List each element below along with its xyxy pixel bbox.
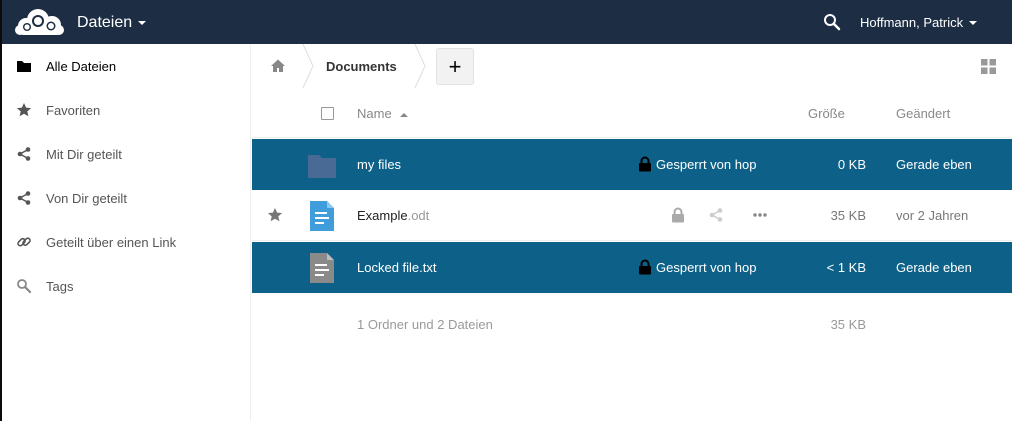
chevron-down-icon — [969, 20, 978, 25]
sidebar-item-shared-with-you[interactable]: Mit Dir geteilt — [2, 132, 251, 176]
sidebar-item-label: Tags — [46, 278, 74, 294]
sidebar-item-tags[interactable]: Tags — [2, 264, 251, 308]
breadcrumb-separator — [414, 44, 426, 88]
lock-label: Gesperrt von hop — [656, 259, 757, 275]
app-title: Dateien — [77, 14, 133, 31]
table-row[interactable]: Locked file.txt Gesperrt von hop < 1 KB … — [252, 242, 1012, 293]
breadcrumb: Documents + — [252, 44, 1012, 88]
folder-icon — [17, 61, 31, 72]
file-modified: Gerade eben — [896, 260, 972, 275]
sidebar-item-label: Mit Dir geteilt — [46, 146, 122, 162]
text-file-icon — [310, 253, 334, 283]
share-icon — [17, 191, 31, 205]
sort-ascending-icon — [399, 112, 408, 117]
app-menu-toggle[interactable]: Dateien — [77, 14, 147, 32]
file-name[interactable]: Example.odt — [357, 208, 429, 223]
lock-icon[interactable] — [670, 207, 686, 223]
file-basename: Example — [357, 208, 408, 223]
sidebar-item-label: Favoriten — [46, 102, 101, 118]
sidebar-item-label: Alle Dateien — [46, 58, 117, 74]
user-name: Hoffmann, Patrick — [860, 15, 964, 30]
sidebar-item-shared-by-link[interactable]: Geteilt über einen Link — [2, 220, 251, 264]
file-modified: Gerade eben — [896, 157, 972, 172]
sidebar-item-label: Von Dir geteilt — [46, 190, 127, 206]
lock-icon — [639, 156, 651, 172]
tag-icon — [17, 279, 32, 294]
summary-text: 1 Ordner und 2 Dateien — [357, 317, 493, 332]
summary-size: 35 KB — [830, 317, 866, 332]
new-file-button[interactable]: + — [436, 48, 474, 85]
select-all-checkbox[interactable] — [321, 107, 334, 120]
chevron-down-icon — [138, 21, 147, 25]
column-header-modified[interactable]: Geändert — [896, 106, 950, 121]
lock-label: Gesperrt von hop — [656, 156, 757, 172]
sidebar-item-favorites[interactable]: Favoriten — [2, 88, 251, 132]
search-icon[interactable] — [822, 12, 842, 32]
file-name[interactable]: my files — [357, 157, 401, 172]
breadcrumb-item-documents[interactable]: Documents — [326, 59, 397, 74]
share-icon[interactable] — [708, 207, 724, 223]
link-icon — [17, 237, 31, 247]
top-header: Dateien Hoffmann, Patrick — [0, 0, 1012, 44]
column-header-name[interactable]: Name — [357, 106, 408, 121]
grid-view-icon[interactable] — [981, 59, 996, 74]
home-icon[interactable] — [270, 58, 286, 74]
lock-icon — [639, 259, 651, 275]
file-name[interactable]: Locked file.txt — [357, 260, 437, 275]
breadcrumb-separator — [302, 44, 314, 88]
plus-icon: + — [448, 53, 462, 79]
file-size: 35 KB — [830, 208, 866, 223]
lock-status[interactable]: Gesperrt von hop — [638, 156, 756, 172]
file-size: < 1 KB — [826, 260, 866, 275]
lock-status[interactable]: Gesperrt von hop — [638, 259, 756, 275]
table-row[interactable]: Example.odt 35 KB vor 2 Jahren — [252, 190, 1012, 241]
column-header-name-label: Name — [357, 106, 392, 121]
column-header-size[interactable]: Größe — [808, 106, 845, 121]
document-icon — [310, 201, 334, 231]
file-modified: vor 2 Jahren — [896, 208, 969, 223]
share-icon — [17, 147, 31, 161]
star-icon — [16, 103, 32, 117]
file-list-header: Name Größe Geändert — [252, 90, 1012, 138]
more-options-icon[interactable] — [752, 207, 768, 223]
app-navigation: Alle Dateien Favoriten Mit Dir geteilt V… — [2, 44, 251, 421]
folder-icon — [308, 155, 336, 178]
file-extension: .odt — [407, 208, 430, 223]
sidebar-item-all-files[interactable]: Alle Dateien — [2, 44, 251, 88]
sidebar-item-shared-by-you[interactable]: Von Dir geteilt — [2, 176, 251, 220]
user-menu[interactable]: Hoffmann, Patrick — [860, 15, 978, 30]
file-size: 0 KB — [837, 157, 866, 172]
file-list-summary: 1 Ordner und 2 Dateien 35 KB — [252, 305, 1012, 345]
table-row[interactable]: my files Gesperrt von hop 0 KB Gerade eb… — [252, 139, 1012, 190]
owncloud-logo-icon[interactable] — [12, 6, 66, 38]
sidebar-item-label: Geteilt über einen Link — [46, 234, 177, 250]
star-icon[interactable] — [267, 207, 283, 223]
